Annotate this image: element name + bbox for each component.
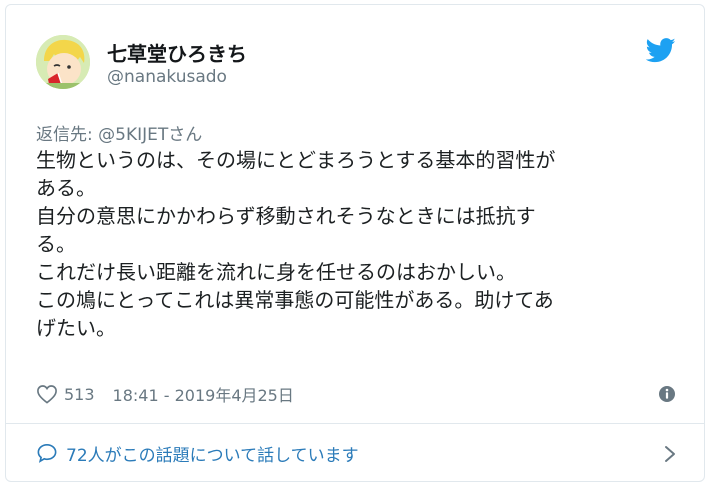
tweet-line: 自分の意思にかかわらず移動されそうなときには抵抗す	[36, 204, 536, 228]
like-count[interactable]: 513	[64, 385, 95, 404]
speech-bubble-icon	[37, 443, 57, 463]
tweet-line: る。	[36, 232, 76, 256]
avatar[interactable]	[36, 35, 90, 89]
reply-to-line: 返信先: @5KIJETさん	[36, 120, 202, 145]
tweet-line: これだけ長い距離を流れに身を任せるのはおかしい。	[36, 260, 516, 284]
heart-icon[interactable]	[36, 384, 58, 404]
tweet-body: 生物というのは、その場にとどまろうとする基本的習性が ある。 自分の意思にかかわ…	[36, 146, 676, 342]
conversation-link[interactable]: 72人がこの話題について話しています	[6, 424, 704, 482]
tweet-header: 七草堂ひろきち @nanakusado	[6, 5, 704, 105]
tweet-line: 生物というのは、その場にとどまろうとする基本的習性が	[36, 148, 556, 172]
author-handle[interactable]: @nanakusado	[107, 67, 227, 87]
reply-to-mention[interactable]: @5KIJET	[98, 125, 168, 145]
author-name[interactable]: 七草堂ひろきち	[107, 38, 247, 67]
tweet-line: げたい。	[36, 316, 116, 340]
reply-to-prefix: 返信先:	[36, 125, 99, 145]
tweet-timestamp[interactable]: 18:41 - 2019年4月25日	[113, 382, 294, 406]
info-icon[interactable]	[658, 385, 676, 403]
twitter-bird-icon[interactable]	[646, 38, 676, 63]
tweet-meta: 513 18:41 - 2019年4月25日	[36, 382, 676, 406]
embedded-tweet-card: 七草堂ひろきち @nanakusado 返信先: @5KIJETさん 生物という…	[5, 4, 705, 482]
conversation-label[interactable]: 72人がこの話題について話しています	[66, 441, 359, 466]
chevron-right-icon[interactable]	[664, 445, 676, 463]
reply-to-suffix: さん	[168, 125, 203, 145]
tweet-line: この鳩にとってこれは異常事態の可能性がある。助けてあ	[36, 288, 554, 312]
tweet-line: ある。	[36, 176, 96, 200]
avatar-image	[36, 35, 90, 89]
